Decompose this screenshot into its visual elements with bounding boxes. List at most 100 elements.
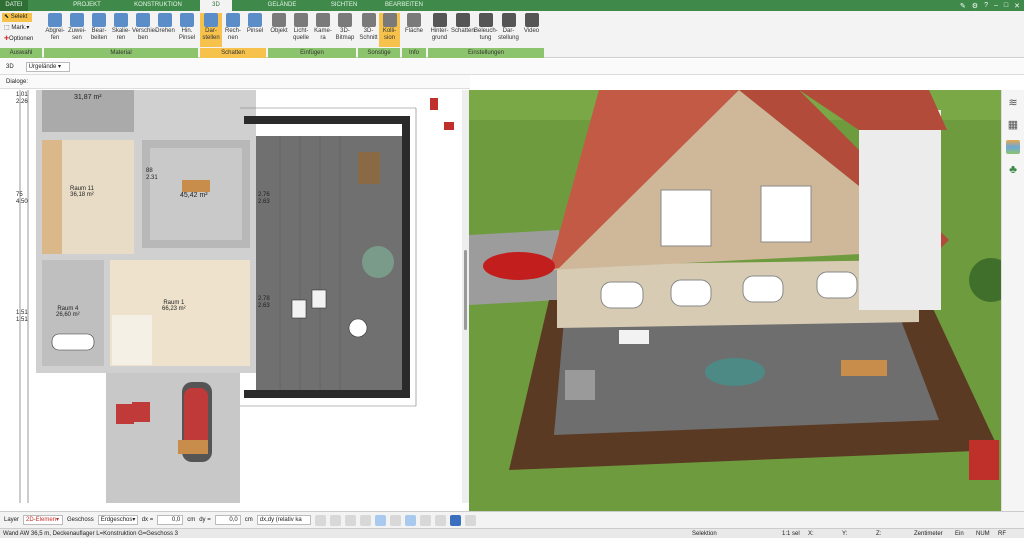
terrain-select[interactable]: Urgelände ▾: [25, 61, 70, 72]
room-label: Raum 11 36,18 m²: [70, 186, 94, 198]
group-schatten: Schatten: [200, 48, 266, 58]
pointer-icon[interactable]: [434, 514, 446, 526]
grid-icon[interactable]: [344, 514, 356, 526]
storey-select[interactable]: Erdgeschos▾: [97, 515, 138, 525]
redo-icon[interactable]: [449, 514, 461, 526]
tab-gelaende[interactable]: GELÄNDE: [256, 0, 308, 11]
select-button[interactable]: ⬉ Selekt: [2, 13, 32, 22]
tree-icon[interactable]: ♣: [1006, 162, 1020, 176]
ribbon-button-material-0[interactable]: Abgrei- fen: [44, 13, 66, 47]
tab-sichten[interactable]: SICHTEN: [322, 0, 366, 11]
layer-select[interactable]: 2D-Elemen▾: [23, 515, 64, 525]
ribbon-icon: [361, 13, 376, 27]
view-mode-label: 3D: [6, 63, 14, 70]
ribbon-button-label: 3D- Bitmap: [335, 28, 355, 41]
zoom-icon[interactable]: [359, 514, 371, 526]
tab-bearbeiten[interactable]: BEARBEITEN: [376, 0, 432, 11]
dy-input[interactable]: 0,0: [214, 515, 241, 525]
ribbon-icon: [114, 13, 128, 27]
dimension-label: 1.51 1.51: [16, 310, 28, 324]
ribbon-button-sonstige-0[interactable]: 3D- Schnitt: [358, 13, 379, 47]
line-icon[interactable]: [389, 514, 401, 526]
ribbon-button-material-4[interactable]: Verschie- ben: [132, 13, 157, 47]
ribbon-button-einstellungen-3[interactable]: Dar- stellung: [497, 13, 520, 47]
ribbon-button-einstellungen-2[interactable]: Beleuch- tung: [474, 13, 498, 47]
dialog-row: Dialoge:: [0, 75, 470, 89]
ribbon-button-label: Beleuch- tung: [474, 28, 498, 41]
ribbon-button-einstellungen-4[interactable]: Video: [520, 13, 543, 47]
coordinate-mode-select[interactable]: dx,dy (relativ ka: [256, 515, 311, 525]
ortho-icon[interactable]: [404, 514, 416, 526]
tab-3d[interactable]: 3D: [200, 0, 232, 11]
table-icon[interactable]: [419, 514, 431, 526]
ribbon-button-material-1[interactable]: Zuwei- sen: [66, 13, 88, 47]
ribbon-icon: [136, 13, 150, 27]
group-info: Info: [402, 48, 426, 58]
tab-datei[interactable]: DATEI: [0, 0, 28, 11]
dim-text: 88: [146, 168, 153, 174]
angle-icon[interactable]: [374, 514, 386, 526]
terrain-value: Urgelände: [28, 63, 57, 70]
3d-scene: [469, 90, 1001, 511]
options-label: Optionen: [9, 36, 34, 42]
ribbon-button-einfuegen-0[interactable]: Objekt: [268, 13, 290, 47]
mark-label: Mark.: [11, 25, 27, 31]
storey-value: Erdgeschos: [100, 517, 133, 523]
ribbon-button-einstellungen-1[interactable]: Schatten: [451, 13, 475, 47]
tab-projekt[interactable]: PROJEKT: [58, 0, 116, 11]
ribbon-button-label: Schatten: [451, 28, 475, 34]
layers-icon[interactable]: ≋: [1006, 96, 1020, 110]
ribbon-button-einfuegen-3[interactable]: 3D- Bitmap: [334, 13, 356, 47]
select-icon: ⬉: [4, 14, 10, 20]
ribbon-icon: [204, 13, 218, 27]
dx-label: dx =: [141, 517, 154, 523]
scrollbar-thumb[interactable]: [464, 250, 467, 330]
ribbon-icon: [316, 13, 330, 27]
ribbon-button-einfuegen-1[interactable]: Licht- quelle: [290, 13, 312, 47]
floor-plan-view[interactable]: Raum 11 36,18 m² 45,42 m² Raum 4 26,60 m² …: [0, 90, 462, 503]
help-icon[interactable]: ?: [984, 2, 988, 9]
3d-view[interactable]: [469, 90, 1001, 511]
mark-icon: ⬚: [4, 25, 10, 31]
room-area-label: 31,87 m²: [74, 94, 102, 101]
close-icon[interactable]: ✕: [1014, 2, 1020, 10]
ribbon-icon: [248, 13, 262, 27]
ribbon-button-einstellungen-0[interactable]: Hinter- grund: [428, 13, 451, 47]
layer-label: Layer: [4, 517, 20, 523]
dx-unit: cm: [187, 517, 196, 523]
mark-button[interactable]: ⬚ Mark.▾: [2, 24, 36, 33]
tab-konstruktion[interactable]: KONSTRUKTION: [126, 0, 190, 11]
ribbon: ⬉ Selekt ⬚ Mark.▾ ✚Optionen Auswahl Mate…: [0, 11, 1024, 58]
ribbon-icon: [272, 13, 286, 27]
ribbon-button-material-2[interactable]: Bear- beiten: [88, 13, 110, 47]
settings-icon[interactable]: ⚙: [972, 2, 978, 10]
dimension-label: 75 4.50: [16, 192, 28, 206]
ribbon-button-schatten-1[interactable]: Rech- nen: [222, 13, 244, 47]
side-toolbar: ≋ ▦ ♣: [1001, 90, 1024, 511]
ribbon-button-info-0[interactable]: Fläche: [402, 13, 426, 47]
clock-icon[interactable]: [314, 514, 326, 526]
edit-icon[interactable]: ✎: [960, 2, 966, 10]
ribbon-button-label: Zuwei- sen: [67, 28, 86, 41]
materials-icon[interactable]: [1006, 140, 1020, 154]
ribbon-button-schatten-0[interactable]: Dar- stellen: [200, 13, 222, 47]
minimize-icon[interactable]: –: [994, 2, 998, 9]
options-button[interactable]: ✚Optionen: [2, 35, 42, 44]
snap-icon[interactable]: [329, 514, 341, 526]
layer-value: 2D-Elemen: [26, 517, 57, 523]
ribbon-button-label: Bear- beiten: [90, 28, 108, 41]
dy-unit: cm: [244, 517, 253, 523]
ribbon-button-material-6[interactable]: Hin. Pinsel: [176, 13, 198, 47]
ribbon-button-material-5[interactable]: Drehen: [154, 13, 176, 47]
ribbon-button-sonstige-1[interactable]: Kolli- sion: [379, 13, 400, 47]
ribbon-button-einfuegen-2[interactable]: Kame- ra: [312, 13, 334, 47]
ribbon-button-schatten-2[interactable]: Pinsel: [244, 13, 266, 47]
room-label: Raum 4 26,60 m²: [56, 306, 80, 318]
dx-input[interactable]: 0,0: [157, 515, 184, 525]
maximize-icon[interactable]: □: [1004, 2, 1008, 9]
plan-vertical-scrollbar[interactable]: [462, 90, 469, 503]
ribbon-button-material-3[interactable]: Skalie- ren: [110, 13, 132, 47]
misc-icon[interactable]: [464, 514, 476, 526]
dim-text: 2.63: [258, 303, 270, 309]
catalog-icon[interactable]: ▦: [1006, 118, 1020, 132]
